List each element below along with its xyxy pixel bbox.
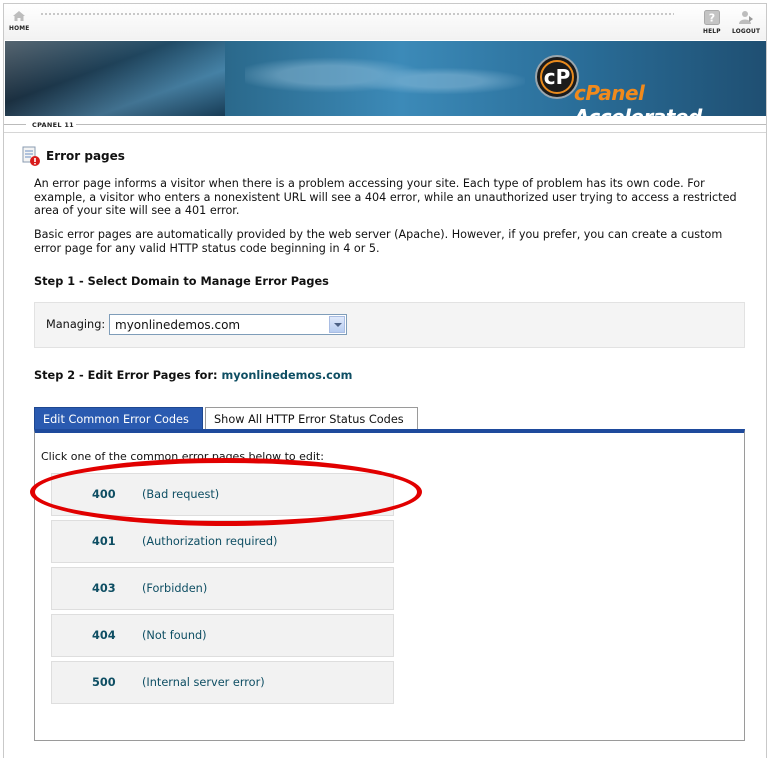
basic-error-text: Basic error pages are automatically prov… bbox=[34, 228, 723, 255]
svg-text:?: ? bbox=[709, 12, 716, 25]
brand-wordmark: cPanel Accelerated bbox=[574, 81, 766, 116]
error-code[interactable]: 403 bbox=[92, 582, 116, 595]
dotted-divider bbox=[40, 12, 674, 17]
intro-text: An error page informs a visitor when the… bbox=[34, 177, 737, 217]
help-label: HELP bbox=[703, 27, 721, 35]
step1-heading: Step 1 - Select Domain to Manage Error P… bbox=[34, 275, 329, 288]
error-code[interactable]: 404 bbox=[92, 629, 116, 642]
panel-instruction: Click one of the common error pages belo… bbox=[41, 450, 324, 463]
error-description[interactable]: (Forbidden) bbox=[142, 582, 207, 595]
error-description[interactable]: (Not found) bbox=[142, 629, 207, 642]
step2-title: Step 2 - Edit Error Pages for: bbox=[34, 369, 218, 382]
error-page-row-400[interactable]: 400 (Bad request) bbox=[51, 473, 394, 516]
banner-world-map bbox=[245, 51, 525, 111]
domain-select[interactable]: myonlinedemos.com bbox=[109, 314, 347, 335]
logout-label: LOGOUT bbox=[732, 27, 761, 35]
error-code[interactable]: 500 bbox=[92, 676, 116, 689]
top-navigation: HOME ? HELP LOGOUT bbox=[4, 4, 766, 40]
error-codes-panel: Click one of the common error pages belo… bbox=[34, 429, 745, 741]
banner-cables-image bbox=[5, 41, 225, 116]
brand-cpanel: cPanel bbox=[574, 81, 645, 105]
help-link[interactable]: ? HELP bbox=[703, 10, 721, 35]
chevron-down-icon[interactable] bbox=[329, 316, 345, 333]
logout-icon bbox=[739, 11, 754, 24]
svg-text:cP: cP bbox=[544, 65, 571, 89]
domain-select-panel: Managing: myonlinedemos.com bbox=[34, 302, 745, 348]
error-page-row-500[interactable]: 500 (Internal server error) bbox=[51, 661, 394, 704]
tab-edit-common-error-codes[interactable]: Edit Common Error Codes bbox=[34, 407, 203, 431]
home-label: HOME bbox=[9, 24, 30, 32]
error-description[interactable]: (Internal server error) bbox=[142, 676, 265, 689]
error-page-row-404[interactable]: 404 (Not found) bbox=[51, 614, 394, 657]
error-page-icon bbox=[22, 146, 40, 166]
step2-heading: Step 2 - Edit Error Pages for: myonlined… bbox=[34, 369, 352, 382]
home-icon bbox=[13, 11, 26, 21]
breadcrumb: CPANEL 11 bbox=[4, 117, 766, 133]
error-description[interactable]: (Authorization required) bbox=[142, 535, 277, 548]
error-page-row-401[interactable]: 401 (Authorization required) bbox=[51, 520, 394, 563]
cpanel-banner: cP cPanel Accelerated bbox=[5, 41, 766, 116]
error-description[interactable]: (Bad request) bbox=[142, 488, 219, 501]
step2-domain: myonlinedemos.com bbox=[221, 369, 353, 382]
help-icon: ? bbox=[703, 10, 720, 25]
tab-show-all-http-error-codes[interactable]: Show All HTTP Error Status Codes bbox=[205, 407, 418, 431]
page-title: Error pages bbox=[46, 149, 125, 163]
home-link[interactable]: HOME bbox=[9, 10, 29, 32]
brand-accelerated: Accelerated bbox=[574, 105, 702, 116]
error-code[interactable]: 400 bbox=[92, 488, 116, 501]
error-code[interactable]: 401 bbox=[92, 535, 116, 548]
error-page-row-403[interactable]: 403 (Forbidden) bbox=[51, 567, 394, 610]
domain-select-value: myonlinedemos.com bbox=[115, 318, 241, 332]
breadcrumb-label: CPANEL 11 bbox=[32, 121, 74, 129]
managing-label: Managing: bbox=[46, 318, 106, 331]
logout-link[interactable]: LOGOUT bbox=[732, 10, 760, 35]
